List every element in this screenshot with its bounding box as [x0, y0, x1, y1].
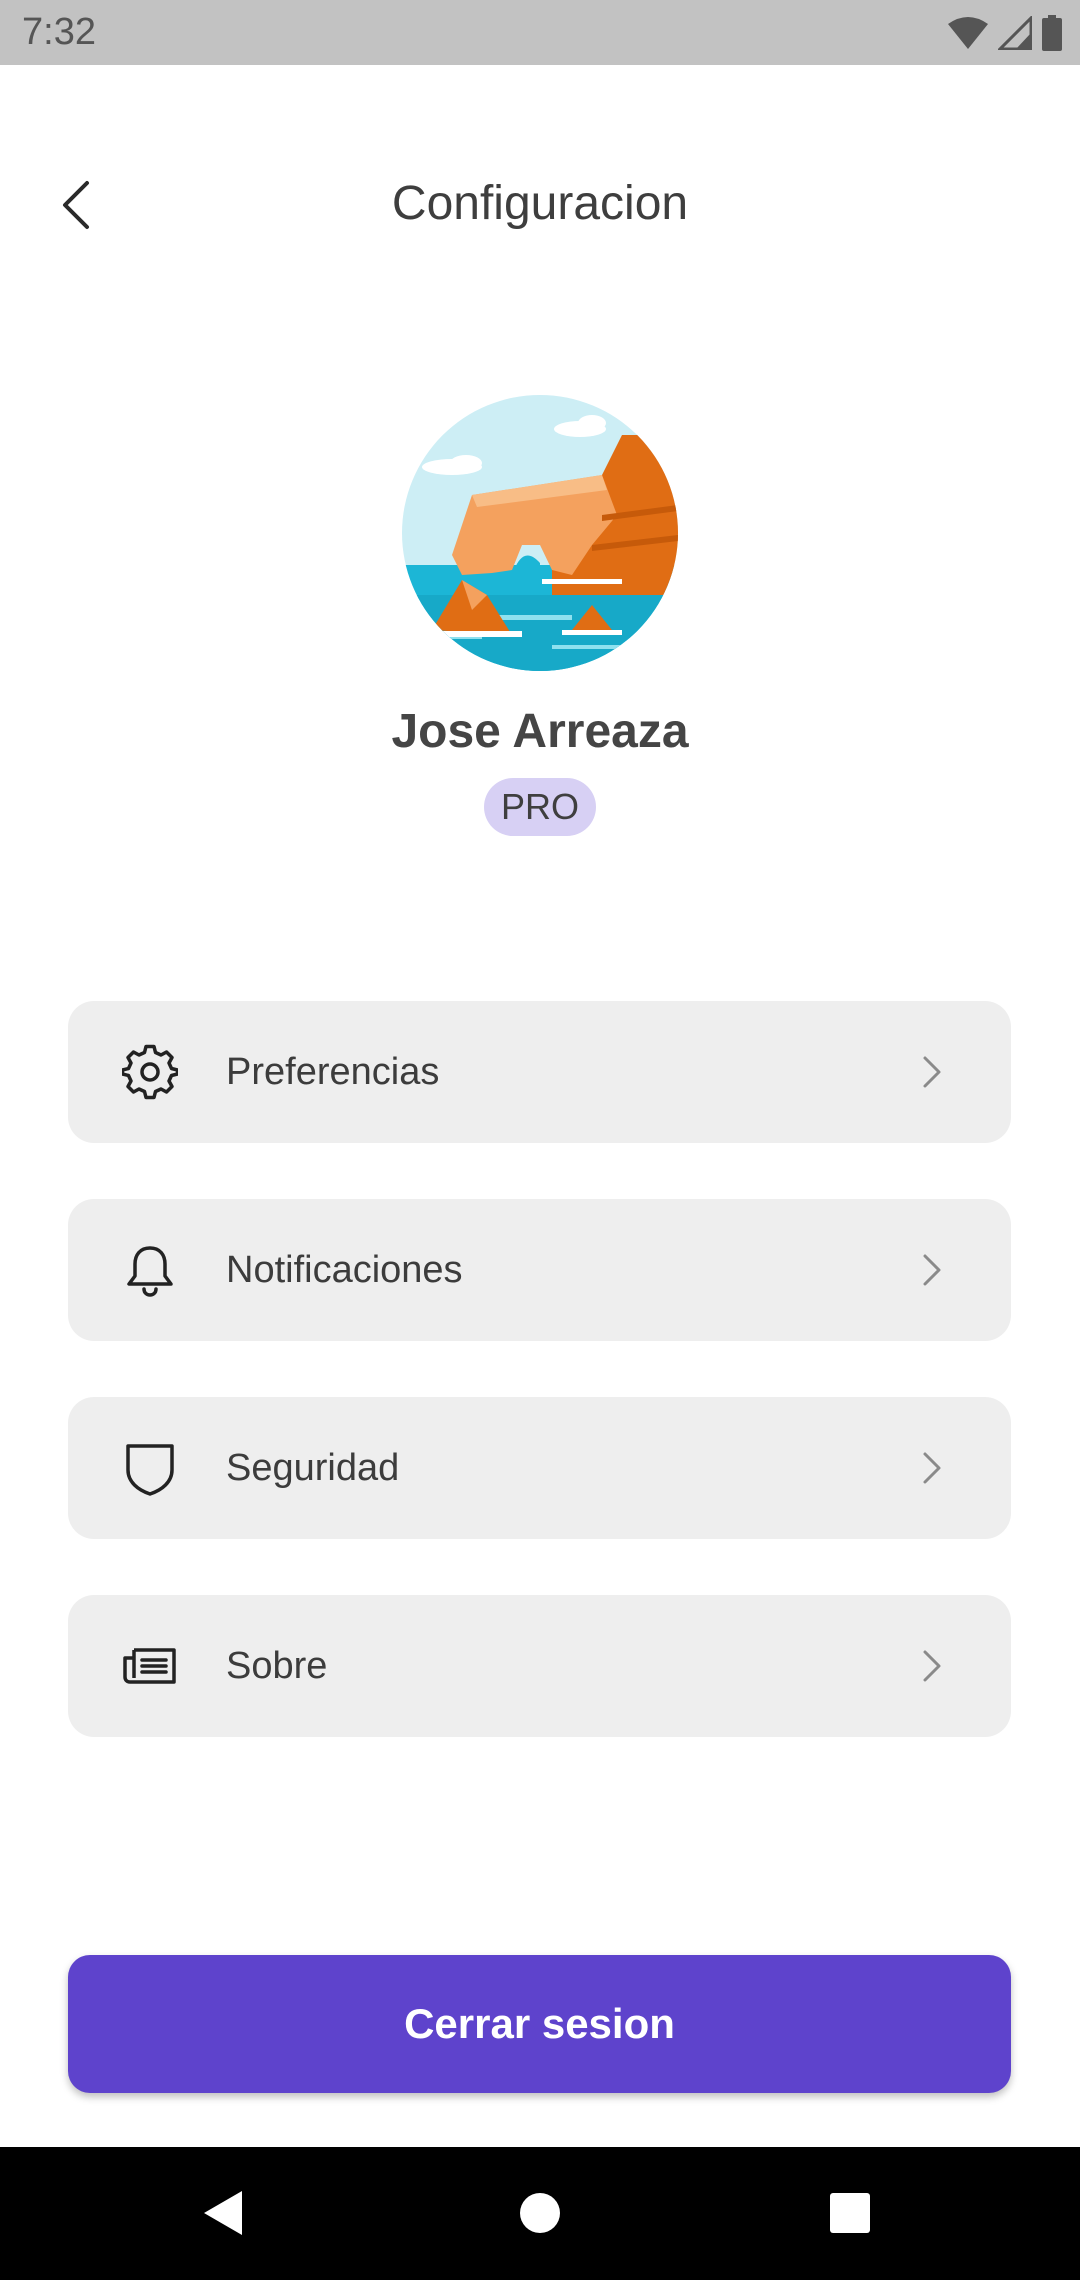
back-nav-icon[interactable] [196, 2183, 256, 2243]
pro-badge: PRO [484, 778, 596, 836]
menu-item-label: Seguridad [226, 1447, 400, 1489]
coastal-cliffs-illustration [402, 395, 678, 671]
menu-item-seguridad[interactable]: Seguridad [68, 1397, 1011, 1539]
menu-item-label: Sobre [226, 1645, 328, 1687]
home-nav-icon[interactable] [510, 2183, 570, 2243]
logout-button[interactable]: Cerrar sesion [68, 1955, 1011, 2093]
status-time: 7:32 [22, 11, 96, 53]
gear-icon [122, 1044, 178, 1100]
system-nav-bar [0, 2147, 1080, 2280]
menu-item-label: Notificaciones [226, 1249, 463, 1291]
user-name: Jose Arreaza [391, 705, 689, 758]
status-bar: 7:32 [0, 0, 1080, 65]
signal-icon [998, 16, 1032, 50]
status-icons [948, 14, 1062, 52]
bell-icon [127, 1246, 173, 1297]
menu-item-label: Preferencias [226, 1051, 440, 1093]
chevron-right-icon [923, 1254, 941, 1286]
newspaper-icon [123, 1648, 176, 1684]
avatar [402, 395, 678, 671]
wifi-icon [948, 17, 988, 49]
page-title: Configuracion [391, 177, 689, 230]
shield-icon [126, 1444, 174, 1496]
battery-icon [1042, 15, 1062, 51]
chevron-right-icon [923, 1650, 941, 1682]
recents-nav-icon[interactable] [820, 2183, 880, 2243]
chevron-right-icon [923, 1056, 941, 1088]
chevron-right-icon [923, 1452, 941, 1484]
menu-item-notificaciones[interactable]: Notificaciones [68, 1199, 1011, 1341]
menu-item-preferencias[interactable]: Preferencias [68, 1001, 1011, 1143]
menu-item-sobre[interactable]: Sobre [68, 1595, 1011, 1737]
